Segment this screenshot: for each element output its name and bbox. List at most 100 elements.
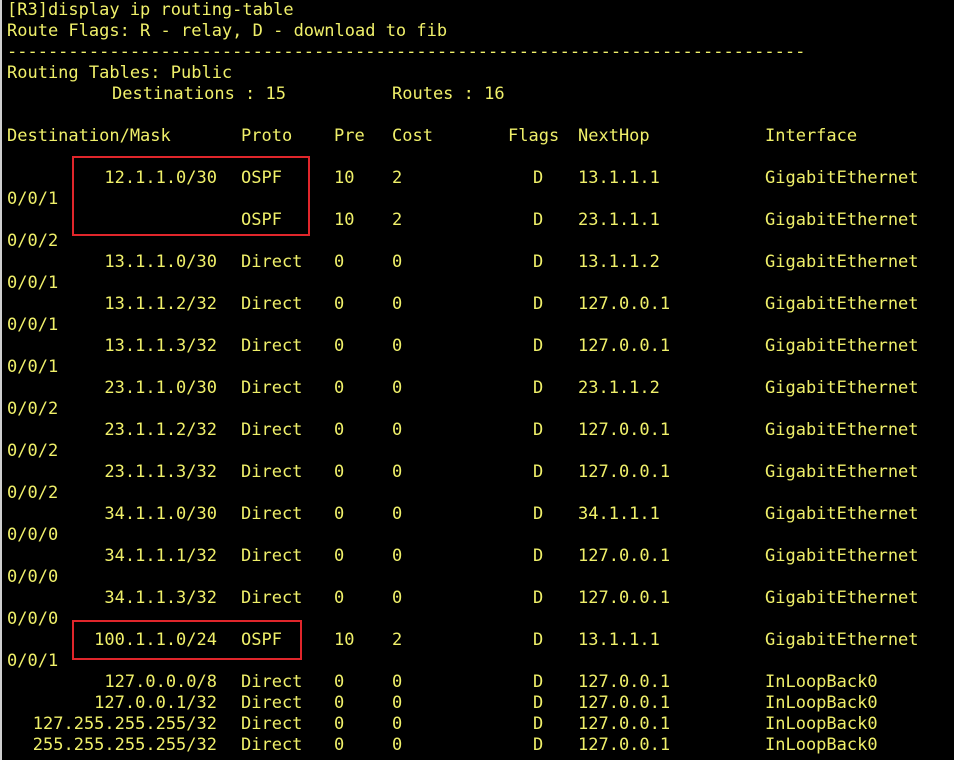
interface-continuation: 0/0/0 — [7, 567, 59, 587]
cell-interface: GigabitEthernet — [765, 546, 919, 566]
cell-cost: 0 — [392, 714, 403, 734]
cell-interface: GigabitEthernet — [765, 210, 919, 230]
cell-destination: 255.255.255.255/32 — [32, 735, 217, 755]
cell-pre: 0 — [334, 735, 345, 755]
cell-nexthop: 127.0.0.1 — [578, 336, 671, 356]
cell-flags: D — [533, 630, 544, 650]
cell-pre: 0 — [334, 672, 345, 692]
cell-nexthop: 23.1.1.2 — [578, 378, 660, 398]
cell-proto: Direct — [241, 735, 303, 755]
cell-nexthop: 127.0.0.1 — [578, 714, 671, 734]
cell-interface: InLoopBack0 — [765, 714, 878, 734]
cell-nexthop: 127.0.0.1 — [578, 294, 671, 314]
cell-flags: D — [533, 588, 544, 608]
cell-cost: 0 — [392, 672, 403, 692]
cell-interface: InLoopBack0 — [765, 735, 878, 755]
cell-destination: 13.1.1.2/32 — [104, 294, 217, 314]
cell-proto: Direct — [241, 588, 303, 608]
cell-destination: 23.1.1.3/32 — [104, 462, 217, 482]
cell-flags: D — [533, 168, 544, 188]
cell-flags: D — [533, 672, 544, 692]
cell-flags: D — [533, 294, 544, 314]
table-row: 34.1.1.1/32 Direct 0 0 D 127.0.0.1 GigabitEthe… — [0, 546, 954, 566]
cell-flags: D — [533, 252, 544, 272]
terminal-window[interactable]: [R3]display ip routing-table Route Flags… — [0, 0, 954, 760]
cell-proto: Direct — [241, 546, 303, 566]
table-row: 34.1.1.0/30 Direct 0 0 D 34.1.1.1 GigabitEther… — [0, 504, 954, 524]
header-pre: Pre — [334, 126, 365, 146]
table-row: 127.255.255.255/32 Direct 0 0 D 127.0.0.1 InLo… — [0, 714, 954, 734]
cell-pre: 0 — [334, 714, 345, 734]
cell-interface: GigabitEthernet — [765, 168, 919, 188]
cell-cost: 2 — [392, 630, 403, 650]
cell-flags: D — [533, 462, 544, 482]
cell-interface: GigabitEthernet — [765, 504, 919, 524]
highlight-box-100-1-1-0 — [72, 620, 302, 660]
cell-destination: 127.0.0.1/32 — [94, 693, 217, 713]
interface-continuation: 0/0/0 — [7, 609, 59, 629]
cell-cost: 0 — [392, 735, 403, 755]
cell-cost: 0 — [392, 693, 403, 713]
cell-nexthop: 23.1.1.1 — [578, 210, 660, 230]
cell-proto: Direct — [241, 504, 303, 524]
cell-cost: 0 — [392, 378, 403, 398]
cell-nexthop: 127.0.0.1 — [578, 462, 671, 482]
cell-pre: 0 — [334, 546, 345, 566]
interface-continuation: 0/0/2 — [7, 441, 59, 461]
cell-interface: GigabitEthernet — [765, 378, 919, 398]
interface-continuation: 0/0/1 — [7, 315, 59, 335]
cell-proto: Direct — [241, 252, 303, 272]
cell-flags: D — [533, 378, 544, 398]
header-interface: Interface — [765, 126, 858, 146]
cell-flags: D — [533, 210, 544, 230]
interface-continuation: 0/0/1 — [7, 189, 59, 209]
cell-interface: InLoopBack0 — [765, 672, 878, 692]
table-row: 127.0.0.1/32 Direct 0 0 D 127.0.0.1 InLoopBack… — [0, 693, 954, 713]
cell-pre: 0 — [334, 588, 345, 608]
cell-destination: 13.1.1.0/30 — [104, 252, 217, 272]
cell-pre: 10 — [334, 168, 355, 188]
cell-pre: 0 — [334, 462, 345, 482]
cell-nexthop: 13.1.1.2 — [578, 252, 660, 272]
cell-nexthop: 13.1.1.1 — [578, 630, 660, 650]
header-proto: Proto — [241, 126, 293, 146]
cell-flags: D — [533, 504, 544, 524]
routing-tables-title: Routing Tables: Public — [7, 63, 233, 83]
cell-cost: 2 — [392, 210, 403, 230]
cell-nexthop: 13.1.1.1 — [578, 168, 660, 188]
interface-continuation: 0/0/1 — [7, 273, 59, 293]
table-header: Destination/Mask Proto Pre Cost Flags Ne… — [0, 126, 954, 146]
table-row: 34.1.1.3/32 Direct 0 0 D 127.0.0.1 GigabitEthe… — [0, 588, 954, 608]
cell-destination: 127.0.0.0/8 — [104, 672, 217, 692]
cell-flags: D — [533, 714, 544, 734]
cell-pre: 0 — [334, 378, 345, 398]
cell-interface: GigabitEthernet — [765, 336, 919, 356]
cell-pre: 0 — [334, 420, 345, 440]
cell-pre: 0 — [334, 252, 345, 272]
table-row: 13.1.1.3/32 Direct 0 0 D 127.0.0.1 GigabitEthe… — [0, 336, 954, 356]
cell-cost: 0 — [392, 420, 403, 440]
cell-nexthop: 127.0.0.1 — [578, 672, 671, 692]
highlight-box-12-1-1-0 — [72, 156, 310, 236]
cell-cost: 0 — [392, 336, 403, 356]
cell-cost: 0 — [392, 462, 403, 482]
cell-interface: GigabitEthernet — [765, 294, 919, 314]
cell-flags: D — [533, 420, 544, 440]
command-line: [R3]display ip routing-table — [7, 0, 294, 20]
cell-interface: GigabitEthernet — [765, 420, 919, 440]
interface-continuation: 0/0/0 — [7, 525, 59, 545]
cell-cost: 0 — [392, 546, 403, 566]
cell-flags: D — [533, 735, 544, 755]
header-nexthop: NextHop — [578, 126, 650, 146]
cell-pre: 10 — [334, 630, 355, 650]
header-cost: Cost — [392, 126, 433, 146]
table-row: 23.1.1.2/32 Direct 0 0 D 127.0.0.1 GigabitEthe… — [0, 420, 954, 440]
table-row: 13.1.1.0/30 Direct 0 0 D 13.1.1.2 GigabitEther… — [0, 252, 954, 272]
cell-flags: D — [533, 546, 544, 566]
cell-interface: GigabitEthernet — [765, 252, 919, 272]
cell-cost: 0 — [392, 294, 403, 314]
table-row: 255.255.255.255/32 Direct 0 0 D 127.0.0.1 InLo… — [0, 735, 954, 755]
cell-interface: GigabitEthernet — [765, 630, 919, 650]
cell-proto: Direct — [241, 693, 303, 713]
cell-nexthop: 127.0.0.1 — [578, 588, 671, 608]
